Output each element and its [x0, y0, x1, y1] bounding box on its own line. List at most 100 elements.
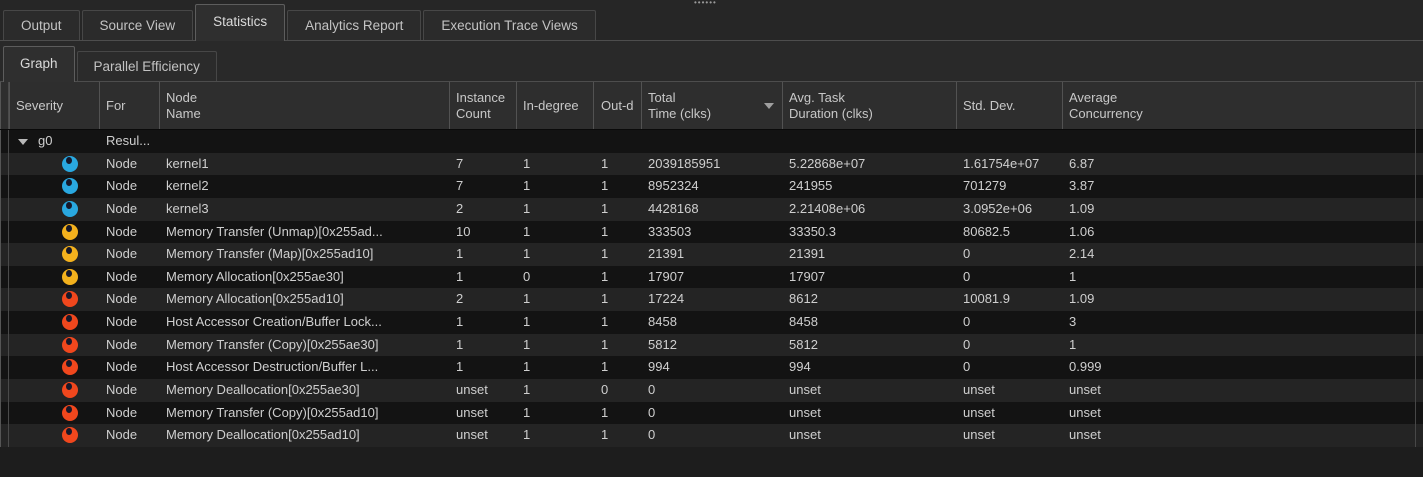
total-time-cell: 8458 — [642, 311, 783, 334]
avg-concurrency-cell: 1.09 — [1063, 198, 1423, 221]
instance-count-cell: 7 — [450, 153, 517, 176]
severity-icon — [62, 291, 78, 307]
table-row[interactable]: Node kernel2 7 1 1 8952324 241955 701279… — [0, 175, 1423, 198]
severity-icon — [62, 178, 78, 194]
for-cell: Resul... — [100, 130, 160, 153]
table-row[interactable]: Node Memory Allocation[0x255ae30] 1 0 1 … — [0, 266, 1423, 289]
col-node-name[interactable]: Node Name — [160, 82, 450, 129]
for-cell: Node — [100, 424, 160, 447]
node-name-cell: Memory Allocation[0x255ad10] — [160, 288, 450, 311]
expander-icon[interactable] — [18, 139, 28, 145]
avg-task-duration-cell: 8458 — [783, 311, 957, 334]
avg-task-duration-cell: 994 — [783, 356, 957, 379]
severity-cell — [10, 334, 100, 357]
for-cell: Node — [100, 243, 160, 266]
row-grip — [0, 424, 10, 447]
total-time-cell: 21391 — [642, 243, 783, 266]
instance-count-cell: 1 — [450, 266, 517, 289]
std-dev-cell: 0 — [957, 334, 1063, 357]
for-cell: Node — [100, 266, 160, 289]
node-name-cell: Host Accessor Destruction/Buffer L... — [160, 356, 450, 379]
table-row[interactable]: Node kernel3 2 1 1 4428168 2.21408e+06 3… — [0, 198, 1423, 221]
tab-source-view[interactable]: Source View — [82, 10, 194, 40]
severity-cell — [10, 266, 100, 289]
for-cell: Node — [100, 356, 160, 379]
in-degree-cell — [517, 130, 594, 153]
table-body: g0 Resul... Node kernel1 7 1 1 203918595… — [0, 130, 1423, 447]
table-header: Severity For Node Name Instance Count In… — [0, 82, 1423, 130]
in-degree-cell: 1 — [517, 311, 594, 334]
node-name-cell: kernel3 — [160, 198, 450, 221]
in-degree-cell: 1 — [517, 153, 594, 176]
table-row[interactable]: Node Host Accessor Creation/Buffer Lock.… — [0, 311, 1423, 334]
avg-concurrency-cell: unset — [1063, 424, 1423, 447]
table-row[interactable]: Node Memory Transfer (Copy)[0x255ae30] 1… — [0, 334, 1423, 357]
in-degree-cell: 1 — [517, 356, 594, 379]
col-avg-task-duration[interactable]: Avg. Task Duration (clks) — [783, 82, 957, 129]
avg-concurrency-cell: 1.06 — [1063, 221, 1423, 244]
node-name-cell: Memory Allocation[0x255ae30] — [160, 266, 450, 289]
table-row[interactable]: Node Memory Allocation[0x255ad10] 2 1 1 … — [0, 288, 1423, 311]
col-total-time[interactable]: Total Time (clks) — [642, 82, 783, 129]
severity-icon — [62, 224, 78, 240]
col-instance-count[interactable]: Instance Count — [450, 82, 517, 129]
out-degree-cell — [594, 130, 642, 153]
avg-task-duration-cell: unset — [783, 424, 957, 447]
for-cell: Node — [100, 379, 160, 402]
out-degree-cell: 1 — [594, 153, 642, 176]
table-row[interactable]: Node Memory Transfer (Unmap)[0x255ad... … — [0, 221, 1423, 244]
col-for[interactable]: For — [100, 82, 160, 129]
col-in-degree[interactable]: In-degree — [517, 82, 594, 129]
table-row[interactable]: Node Memory Deallocation[0x255ad10] unse… — [0, 424, 1423, 447]
col-average-concurrency[interactable]: Average Concurrency — [1063, 82, 1423, 129]
tab-statistics[interactable]: Statistics — [195, 4, 285, 41]
row-grip — [0, 243, 10, 266]
std-dev-cell: unset — [957, 379, 1063, 402]
col-severity[interactable]: Severity — [10, 82, 100, 129]
table-row[interactable]: Node Memory Transfer (Map)[0x255ad10] 1 … — [0, 243, 1423, 266]
instance-count-cell: 10 — [450, 221, 517, 244]
node-name-cell — [160, 130, 450, 153]
col-out-degree[interactable]: Out-d — [594, 82, 642, 129]
avg-task-duration-cell: 33350.3 — [783, 221, 957, 244]
severity-cell — [10, 311, 100, 334]
in-degree-cell: 1 — [517, 424, 594, 447]
group-row-g0[interactable]: g0 Resul... — [0, 130, 1423, 153]
table-row[interactable]: Node Memory Deallocation[0x255ae30] unse… — [0, 379, 1423, 402]
severity-icon — [62, 359, 78, 375]
tab-analytics-report[interactable]: Analytics Report — [287, 10, 421, 40]
tab-output[interactable]: Output — [3, 10, 80, 40]
severity-cell — [10, 424, 100, 447]
severity-icon — [62, 314, 78, 330]
instance-count-cell: 1 — [450, 243, 517, 266]
for-cell: Node — [100, 334, 160, 357]
severity-icon — [62, 246, 78, 262]
tab-parallel-efficiency[interactable]: Parallel Efficiency — [77, 51, 217, 81]
row-grip — [0, 266, 10, 289]
std-dev-cell: 10081.9 — [957, 288, 1063, 311]
std-dev-cell: 1.61754e+07 — [957, 153, 1063, 176]
row-grip — [0, 130, 10, 153]
col-total-time-label: Total Time (clks) — [648, 90, 711, 122]
splitter-handle[interactable]: •••••• — [694, 0, 717, 7]
avg-task-duration-cell: 21391 — [783, 243, 957, 266]
for-cell: Node — [100, 198, 160, 221]
avg-concurrency-cell: 1 — [1063, 266, 1423, 289]
table-row[interactable]: Node Memory Transfer (Copy)[0x255ad10] u… — [0, 402, 1423, 425]
avg-task-duration-cell: 5812 — [783, 334, 957, 357]
node-name-cell: Host Accessor Creation/Buffer Lock... — [160, 311, 450, 334]
severity-icon — [62, 156, 78, 172]
row-grip — [0, 402, 10, 425]
table-row[interactable]: Node kernel1 7 1 1 2039185951 5.22868e+0… — [0, 153, 1423, 176]
table-row[interactable]: Node Host Accessor Destruction/Buffer L.… — [0, 356, 1423, 379]
tab-graph[interactable]: Graph — [3, 46, 75, 82]
std-dev-cell: 0 — [957, 243, 1063, 266]
for-cell: Node — [100, 153, 160, 176]
in-degree-cell: 1 — [517, 379, 594, 402]
severity-cell — [10, 379, 100, 402]
col-std-dev[interactable]: Std. Dev. — [957, 82, 1063, 129]
tab-execution-trace-views[interactable]: Execution Trace Views — [423, 10, 595, 40]
node-name-cell: Memory Deallocation[0x255ad10] — [160, 424, 450, 447]
total-time-cell: 8952324 — [642, 175, 783, 198]
group-name: g0 — [38, 130, 52, 153]
